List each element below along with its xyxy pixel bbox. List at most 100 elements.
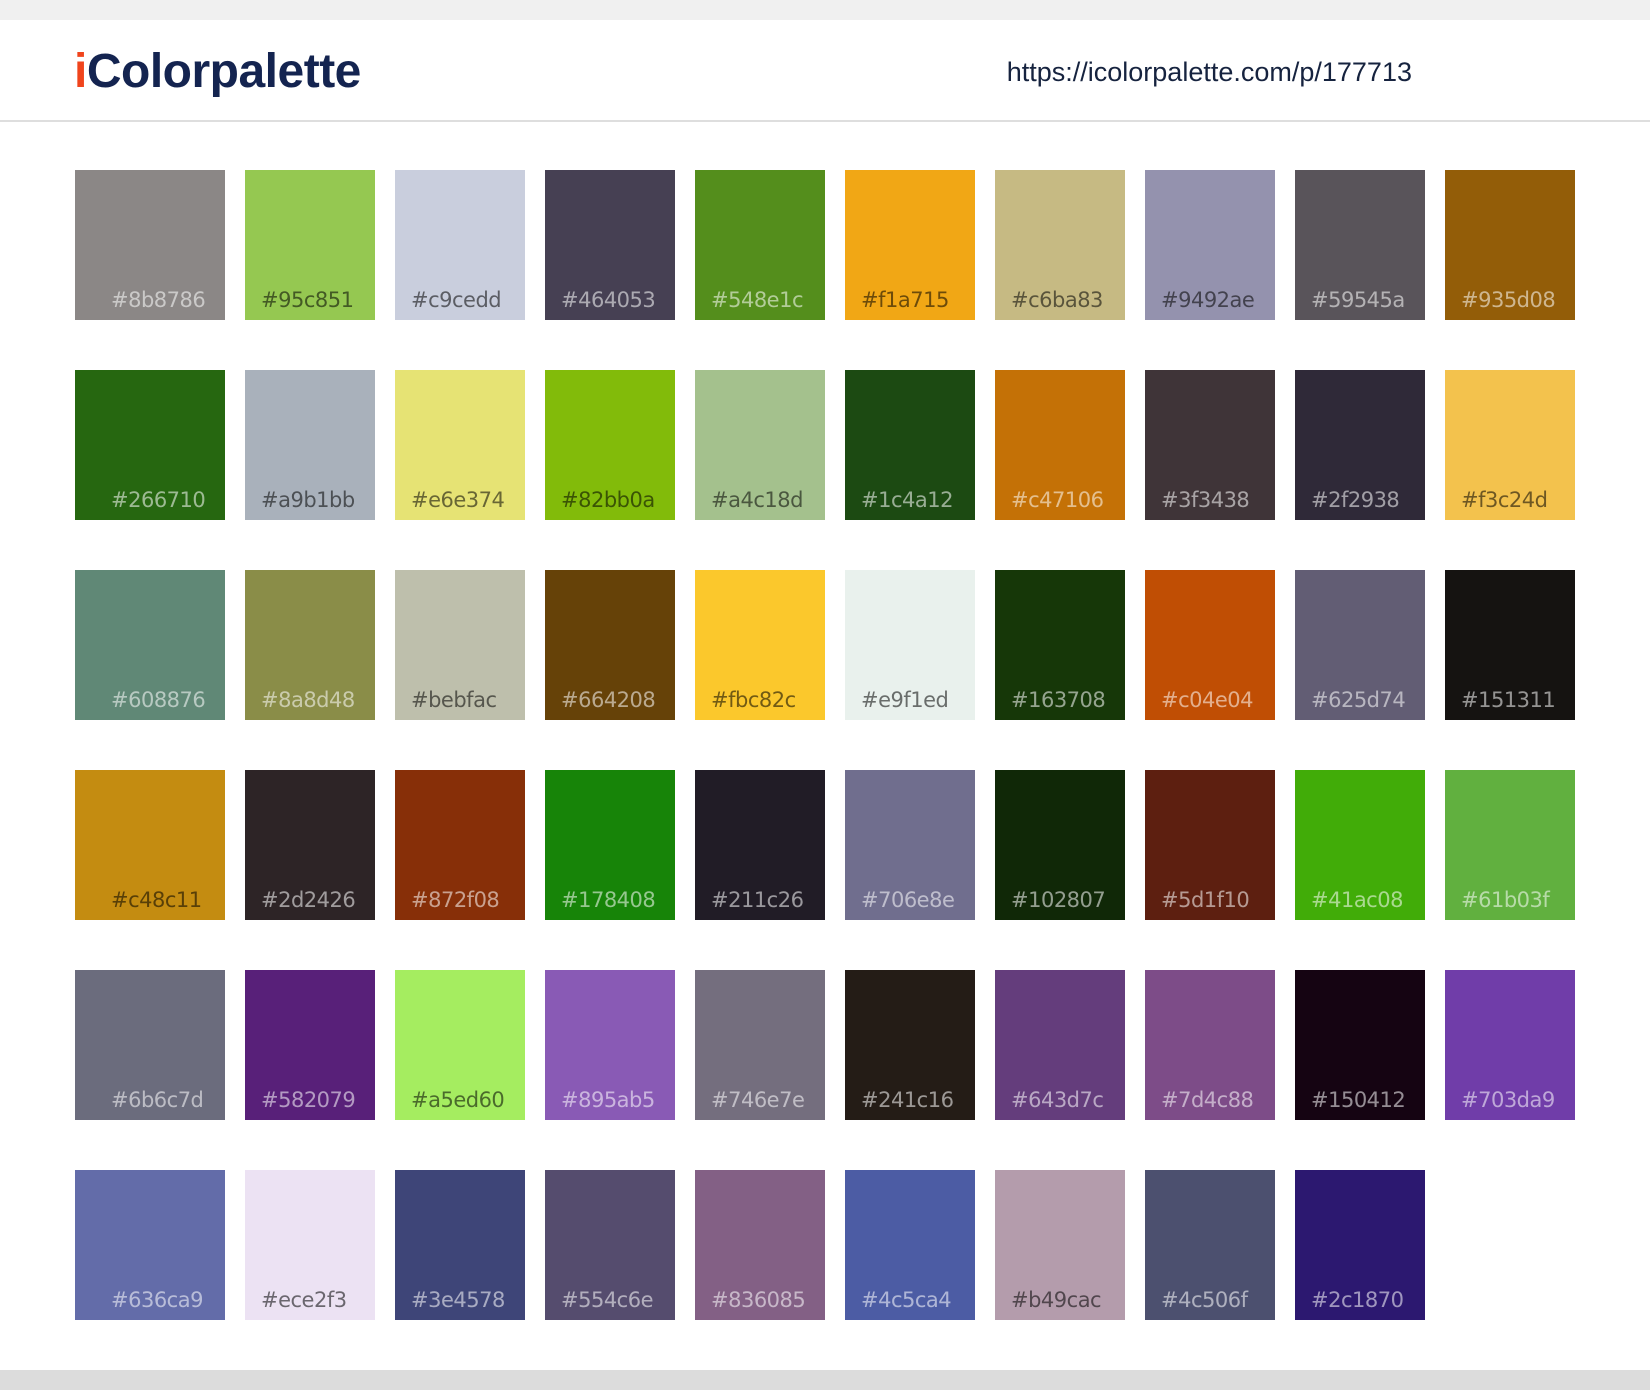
palette-card: iColorpalette https://icolorpalette.com/… bbox=[0, 20, 1650, 1370]
color-swatch[interactable]: #241c16 bbox=[845, 970, 975, 1120]
color-swatch[interactable]: #c9cedd bbox=[395, 170, 525, 320]
color-swatch[interactable]: #7d4c88 bbox=[1145, 970, 1275, 1120]
color-swatch[interactable]: #935d08 bbox=[1445, 170, 1575, 320]
swatch-hex-label: #935d08 bbox=[1461, 288, 1556, 312]
color-swatch[interactable]: #e9f1ed bbox=[845, 570, 975, 720]
swatch-hex-label: #c47106 bbox=[1011, 488, 1104, 512]
color-swatch[interactable]: #643d7c bbox=[995, 970, 1125, 1120]
color-swatch[interactable]: #636ca9 bbox=[75, 1170, 225, 1320]
color-swatch[interactable]: #608876 bbox=[75, 570, 225, 720]
swatch-hex-label: #e9f1ed bbox=[861, 688, 949, 712]
color-swatch[interactable]: #706e8e bbox=[845, 770, 975, 920]
color-swatch[interactable]: #fbc82c bbox=[695, 570, 825, 720]
color-swatch[interactable]: #59545a bbox=[1295, 170, 1425, 320]
color-swatch[interactable]: #f3c24d bbox=[1445, 370, 1575, 520]
color-swatch[interactable]: #895ab5 bbox=[545, 970, 675, 1120]
swatch-hex-label: #c6ba83 bbox=[1011, 288, 1103, 312]
color-swatch[interactable]: #41ac08 bbox=[1295, 770, 1425, 920]
color-swatch[interactable]: #178408 bbox=[545, 770, 675, 920]
color-swatch[interactable]: #3f3438 bbox=[1145, 370, 1275, 520]
swatch-hex-label: #836085 bbox=[711, 1288, 806, 1312]
swatch-hex-label: #872f08 bbox=[411, 888, 500, 912]
color-swatch[interactable]: #82bb0a bbox=[545, 370, 675, 520]
color-swatch[interactable]: #163708 bbox=[995, 570, 1125, 720]
color-swatch[interactable]: #bebfac bbox=[395, 570, 525, 720]
swatch-grid: #8b8786 #95c851 #c9cedd #464053 #548e1c #f1a7… bbox=[0, 20, 1650, 1370]
swatch-hex-label: #548e1c bbox=[711, 288, 804, 312]
swatch-hex-label: #464053 bbox=[561, 288, 656, 312]
color-swatch[interactable]: #8a8d48 bbox=[245, 570, 375, 720]
color-swatch[interactable]: #6b6c7d bbox=[75, 970, 225, 1120]
color-swatch[interactable]: #b49cac bbox=[995, 1170, 1125, 1320]
swatch-hex-label: #2d2426 bbox=[261, 888, 356, 912]
color-swatch[interactable]: #a5ed60 bbox=[395, 970, 525, 1120]
swatch-hex-label: #211c26 bbox=[711, 888, 804, 912]
swatch-hex-label: #895ab5 bbox=[561, 1088, 655, 1112]
swatch-hex-label: #163708 bbox=[1011, 688, 1106, 712]
color-swatch[interactable]: #3e4578 bbox=[395, 1170, 525, 1320]
swatch-hex-label: #41ac08 bbox=[1311, 888, 1403, 912]
swatch-hex-label: #706e8e bbox=[861, 888, 955, 912]
swatch-hex-label: #f1a715 bbox=[861, 288, 949, 312]
color-swatch[interactable]: #548e1c bbox=[695, 170, 825, 320]
color-swatch[interactable]: #836085 bbox=[695, 1170, 825, 1320]
color-swatch[interactable]: #2d2426 bbox=[245, 770, 375, 920]
swatch-hex-label: #5d1f10 bbox=[1161, 888, 1250, 912]
color-swatch[interactable]: #a9b1bb bbox=[245, 370, 375, 520]
color-swatch[interactable]: #f1a715 bbox=[845, 170, 975, 320]
color-swatch[interactable]: #703da9 bbox=[1445, 970, 1575, 1120]
color-swatch[interactable]: #61b03f bbox=[1445, 770, 1575, 920]
swatch-hex-label: #643d7c bbox=[1011, 1088, 1104, 1112]
color-swatch[interactable]: #2c1870 bbox=[1295, 1170, 1425, 1320]
color-swatch[interactable]: #c6ba83 bbox=[995, 170, 1125, 320]
color-swatch[interactable]: #c47106 bbox=[995, 370, 1125, 520]
color-swatch[interactable]: #872f08 bbox=[395, 770, 525, 920]
color-swatch[interactable]: #a4c18d bbox=[695, 370, 825, 520]
swatch-hex-label: #b49cac bbox=[1011, 1288, 1102, 1312]
color-swatch[interactable]: #554c6e bbox=[545, 1170, 675, 1320]
swatch-hex-label: #c48c11 bbox=[111, 888, 202, 912]
swatch-hex-label: #4c506f bbox=[1161, 1288, 1248, 1312]
color-swatch[interactable]: #151311 bbox=[1445, 570, 1575, 720]
color-swatch[interactable]: #746e7e bbox=[695, 970, 825, 1120]
color-swatch[interactable]: #9492ae bbox=[1145, 170, 1275, 320]
swatch-hex-label: #608876 bbox=[111, 688, 206, 712]
swatch-hex-label: #c04e04 bbox=[1161, 688, 1254, 712]
color-swatch[interactable]: #1c4a12 bbox=[845, 370, 975, 520]
color-swatch[interactable]: #c04e04 bbox=[1145, 570, 1275, 720]
swatch-hex-label: #6b6c7d bbox=[111, 1088, 204, 1112]
swatch-hex-label: #266710 bbox=[111, 488, 206, 512]
color-swatch[interactable]: #4c5ca4 bbox=[845, 1170, 975, 1320]
color-swatch[interactable]: #582079 bbox=[245, 970, 375, 1120]
swatch-hex-label: #ece2f3 bbox=[261, 1288, 347, 1312]
swatch-hex-label: #9492ae bbox=[1161, 288, 1255, 312]
swatch-hex-label: #3f3438 bbox=[1161, 488, 1250, 512]
swatch-hex-label: #4c5ca4 bbox=[861, 1288, 952, 1312]
color-swatch[interactable]: #2f2938 bbox=[1295, 370, 1425, 520]
color-swatch[interactable]: #102807 bbox=[995, 770, 1125, 920]
color-swatch[interactable]: #266710 bbox=[75, 370, 225, 520]
swatch-hex-label: #a9b1bb bbox=[261, 488, 355, 512]
swatch-hex-label: #582079 bbox=[261, 1088, 356, 1112]
color-swatch[interactable]: #95c851 bbox=[245, 170, 375, 320]
swatch-hex-label: #664208 bbox=[561, 688, 656, 712]
color-swatch[interactable]: #150412 bbox=[1295, 970, 1425, 1120]
swatch-hex-label: #f3c24d bbox=[1461, 488, 1548, 512]
color-swatch[interactable]: #4c506f bbox=[1145, 1170, 1275, 1320]
swatch-hex-label: #636ca9 bbox=[111, 1288, 203, 1312]
swatch-hex-label: #625d74 bbox=[1311, 688, 1406, 712]
color-swatch[interactable]: #664208 bbox=[545, 570, 675, 720]
color-swatch[interactable]: #211c26 bbox=[695, 770, 825, 920]
color-swatch[interactable]: #c48c11 bbox=[75, 770, 225, 920]
color-swatch[interactable]: #8b8786 bbox=[75, 170, 225, 320]
color-swatch[interactable]: #ece2f3 bbox=[245, 1170, 375, 1320]
swatch-hex-label: #e6e374 bbox=[411, 488, 505, 512]
swatch-hex-label: #bebfac bbox=[411, 688, 497, 712]
color-swatch[interactable]: #5d1f10 bbox=[1145, 770, 1275, 920]
swatch-hex-label: #151311 bbox=[1461, 688, 1556, 712]
swatch-hex-label: #8a8d48 bbox=[261, 688, 355, 712]
color-swatch[interactable]: #625d74 bbox=[1295, 570, 1425, 720]
color-swatch[interactable]: #464053 bbox=[545, 170, 675, 320]
swatch-hex-label: #a5ed60 bbox=[411, 1088, 505, 1112]
color-swatch[interactable]: #e6e374 bbox=[395, 370, 525, 520]
